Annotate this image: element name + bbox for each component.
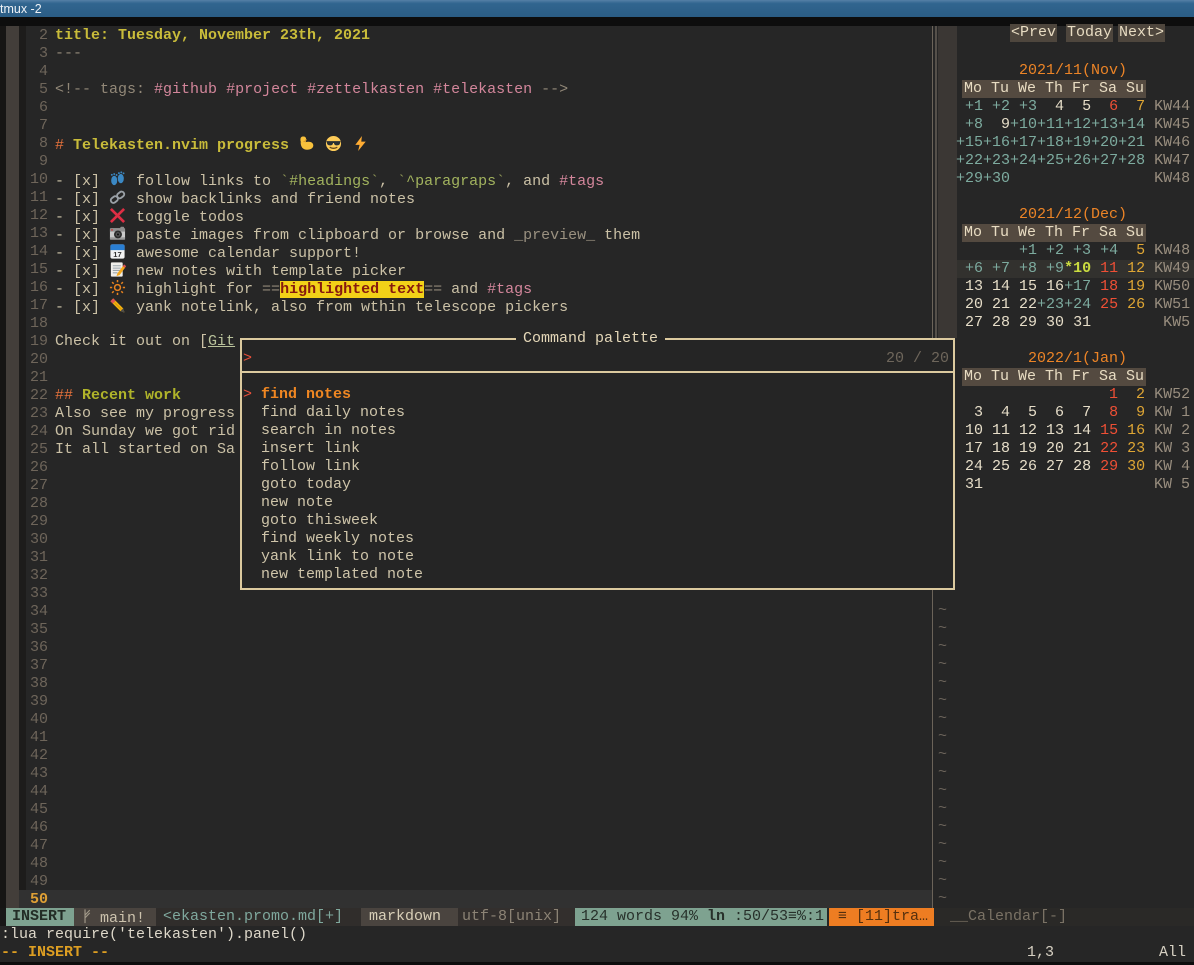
svg-text:17: 17 (113, 250, 121, 259)
